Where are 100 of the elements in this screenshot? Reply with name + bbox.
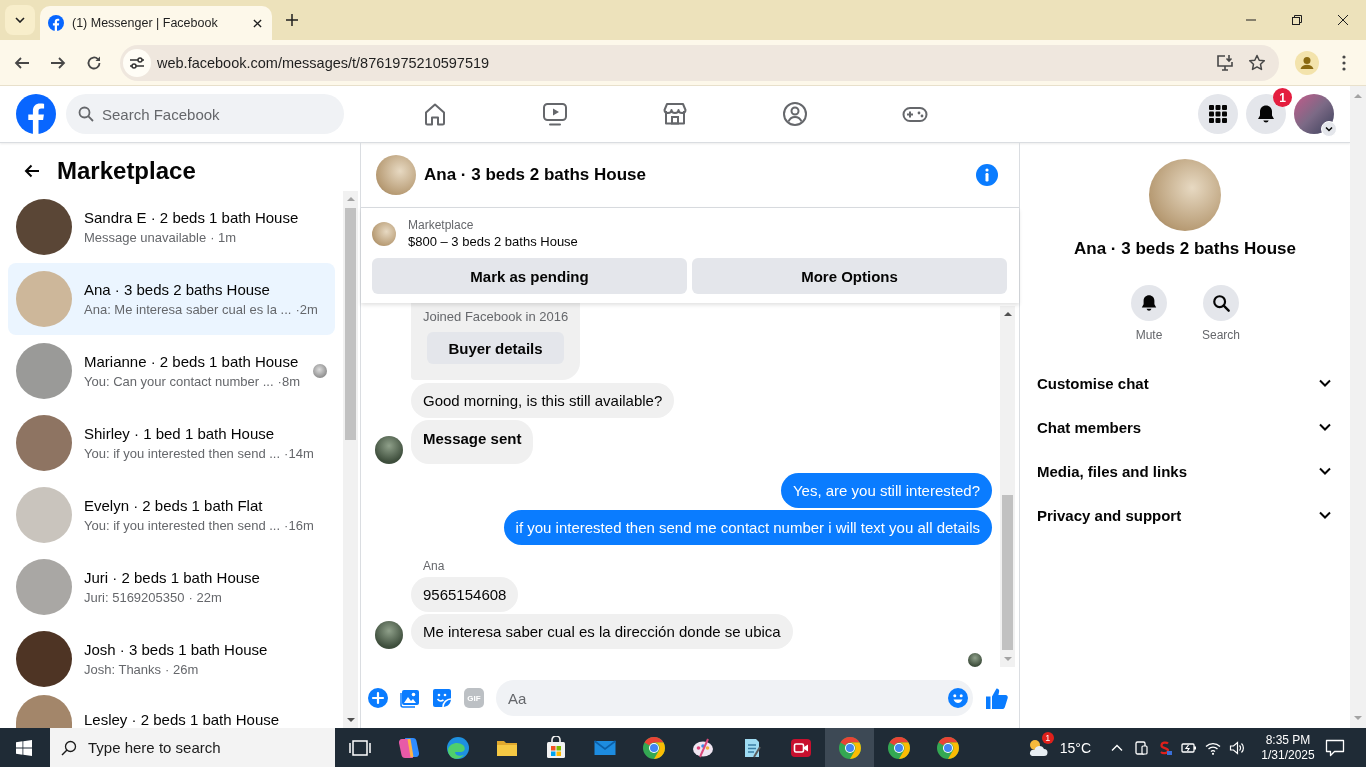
conversation-title: Marianne · 2 beds 1 bath House — [84, 352, 300, 371]
conversation-item[interactable]: Sandra E · 2 beds 1 bath House Message unavailable · 1m — [8, 191, 335, 263]
image-icon[interactable] — [400, 688, 420, 708]
thumbs-up-icon[interactable] — [985, 686, 1009, 710]
profile-avatar[interactable] — [1294, 94, 1334, 134]
search-field[interactable]: Search Facebook — [66, 94, 344, 134]
tab-search-button[interactable] — [5, 5, 35, 35]
conversation-item[interactable]: Evelyn · 2 beds 1 bath Flat You: if you interested then send ... ·16m — [8, 479, 335, 551]
buyer-details-button[interactable]: Buyer details — [427, 332, 564, 364]
conversation-item[interactable]: Lesley · 2 beds 1 bath House — [8, 695, 335, 728]
conversation-title: Shirley · 1 bed 1 bath House — [84, 424, 276, 443]
message-time: · 1m — [210, 230, 237, 246]
s-shape-icon[interactable] — [1157, 739, 1173, 756]
facebook-logo-icon — [48, 15, 64, 31]
close-icon[interactable] — [1338, 15, 1348, 25]
conversation-title: Sandra E · 2 beds 1 bath House — [84, 208, 300, 227]
bell-icon — [1256, 104, 1276, 124]
search-icon — [1212, 294, 1230, 312]
bookmark-star-icon[interactable] — [1248, 53, 1266, 72]
site-settings-icon[interactable] — [123, 48, 151, 77]
segmented-circle-icon — [886, 735, 911, 760]
people-circle-icon[interactable] — [781, 100, 809, 128]
listing-photo — [16, 559, 72, 615]
back-icon[interactable] — [14, 54, 30, 71]
sticker-icon[interactable] — [432, 688, 452, 708]
chat-scrollbar[interactable] — [1000, 306, 1015, 667]
search-button[interactable] — [1203, 285, 1239, 321]
kebab-menu-icon[interactable] — [1342, 54, 1346, 71]
address-bar[interactable]: web.facebook.com/messages/t/8761975210597519 — [120, 44, 1279, 81]
chevron-down-icon — [15, 17, 25, 23]
message-bubble: Yes, are you still interested? — [780, 473, 992, 508]
conversation-title: Evelyn · 2 beds 1 bath Flat — [84, 496, 264, 515]
sidebar-scrollbar[interactable] — [343, 191, 358, 728]
speaker-icon[interactable] — [1229, 739, 1245, 756]
listing-photo — [16, 487, 72, 543]
monitor-download-icon[interactable] — [1216, 53, 1234, 72]
close-icon[interactable] — [253, 18, 262, 28]
listing-action-button[interactable]: Mark as pending — [372, 258, 687, 294]
notifications-button[interactable] — [1246, 94, 1286, 134]
message-time: ·8m — [277, 374, 300, 390]
scroll-down-icon[interactable] — [346, 718, 355, 723]
bell-icon — [1140, 294, 1158, 312]
browser-tab[interactable]: (1) Messenger | Facebook — [40, 6, 272, 40]
clock-date[interactable]: 1/31/2025 — [1261, 747, 1315, 763]
conversation-item[interactable]: Marianne · 2 beds 1 bath House You: Can your contact number ... ·8m — [8, 335, 335, 407]
message-preview: Message unavailable — [84, 230, 207, 246]
notifications-icon[interactable] — [1325, 737, 1345, 758]
segmented-circle-icon — [935, 735, 960, 760]
restore-icon[interactable] — [1292, 15, 1302, 25]
listing-photo — [16, 199, 72, 255]
notification-badge: 1 — [1273, 88, 1292, 107]
conversation-item[interactable]: Juri · 2 beds 1 bath House Juri: 5169205350 · 22m — [8, 551, 335, 623]
four-panes-icon[interactable] — [16, 739, 32, 756]
grid-icon — [1208, 104, 1228, 124]
new-tab-icon[interactable] — [286, 14, 298, 26]
emoji-icon[interactable] — [948, 688, 968, 708]
add-icon[interactable] — [368, 688, 388, 708]
scroll-up-icon[interactable] — [1003, 311, 1012, 316]
video-player-icon[interactable] — [541, 100, 569, 128]
action-label: Mute — [1135, 327, 1163, 343]
chevron-down-icon[interactable] — [1321, 121, 1337, 137]
scrollbar-thumb[interactable] — [345, 208, 356, 440]
message-time: · 26m — [165, 662, 199, 678]
section-row[interactable]: Media, files and links — [1020, 449, 1350, 493]
message-preview: Juri: 5169205350 — [84, 590, 185, 606]
phone-screen-icon[interactable] — [1133, 739, 1149, 756]
facebook-logo-icon[interactable] — [16, 94, 56, 134]
segmented-circle-icon — [837, 735, 862, 760]
taskbar-button[interactable] — [825, 728, 874, 767]
message-input[interactable]: Aa — [496, 680, 973, 716]
chat-title: Ana · 3 beds 2 baths House — [424, 165, 647, 185]
section-row[interactable]: Privacy and support — [1020, 493, 1350, 537]
listing-action-button[interactable]: More Options — [692, 258, 1007, 294]
clock-time[interactable]: 8:35 PM — [1265, 732, 1311, 748]
taskbar-search[interactable]: Type here to search — [50, 728, 335, 767]
back-arrow-icon[interactable] — [24, 163, 40, 179]
listing-title[interactable]: $800 – 3 beds 2 baths House — [408, 233, 578, 251]
person-icon[interactable] — [1295, 50, 1319, 75]
mute-button[interactable] — [1131, 285, 1167, 321]
search-icon — [78, 106, 94, 122]
info-icon[interactable] — [975, 163, 999, 187]
temperature[interactable]: 15°C — [1059, 739, 1091, 756]
message-time: ·16m — [284, 518, 314, 534]
conversation-item[interactable]: Shirley · 1 bed 1 bath House You: if you interested then send ... ·14m — [8, 407, 335, 479]
conversation-item[interactable]: Josh · 3 beds 1 bath House Josh: Thanks · 26m — [8, 623, 335, 695]
reload-icon[interactable] — [86, 54, 102, 71]
forward-icon[interactable] — [50, 54, 66, 71]
weather-badge: 1 — [1041, 731, 1054, 744]
scrollbar-thumb[interactable] — [1002, 495, 1013, 650]
message-preview: You: Can your contact number ... — [84, 374, 274, 390]
menu-button[interactable] — [1198, 94, 1238, 134]
conversation-title: Josh · 3 beds 1 bath House — [84, 640, 269, 659]
section-row[interactable]: Customise chat — [1020, 361, 1350, 405]
storefront-icon[interactable] — [661, 100, 689, 128]
ribbon-shapes-icon — [396, 735, 421, 760]
conversation-item[interactable]: Ana · 3 beds 2 baths House Ana: Me interesa saber cual es la ... ·2m — [8, 263, 335, 335]
search-icon — [61, 739, 77, 756]
conversation-title: Ana · 3 beds 2 baths House — [84, 280, 271, 299]
conversation-title: Juri · 2 beds 1 bath House — [84, 568, 261, 587]
section-row[interactable]: Chat members — [1020, 405, 1350, 449]
